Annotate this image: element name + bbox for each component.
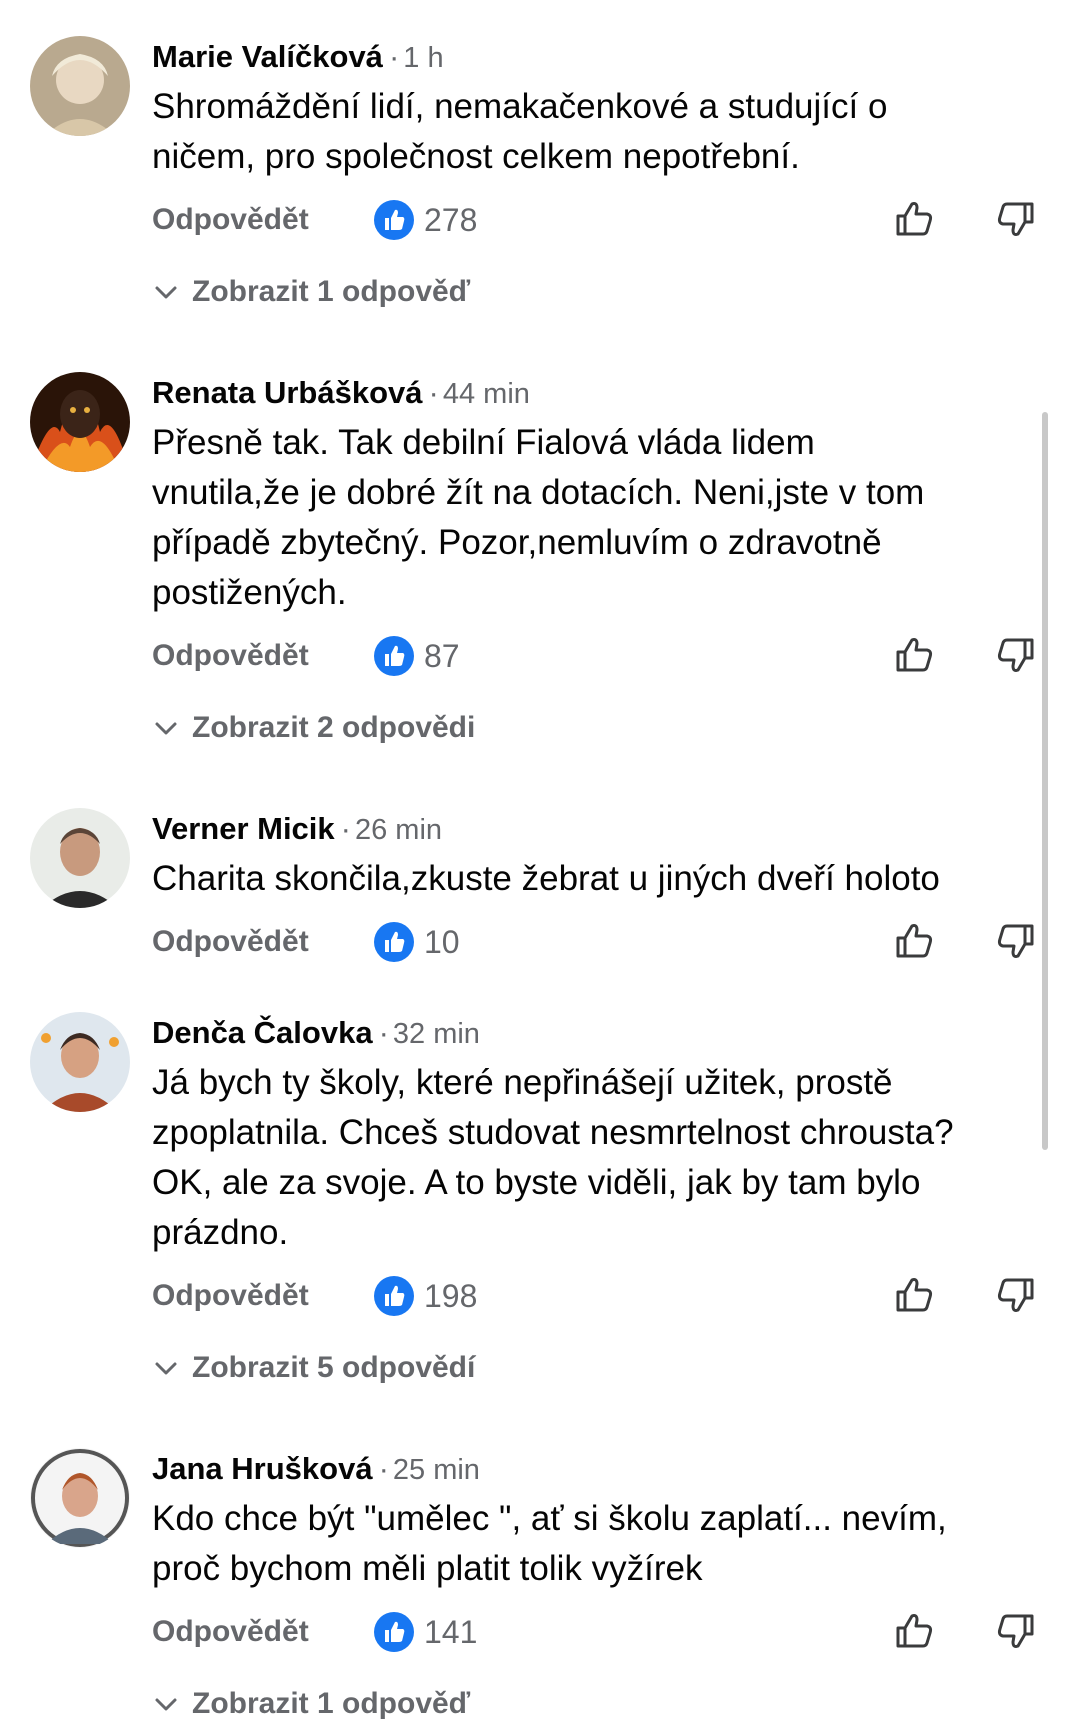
comment-actions: Odpovědět 10 xyxy=(152,912,1052,972)
like-count[interactable]: 278 xyxy=(424,202,477,238)
separator-dot: · xyxy=(428,375,439,410)
comment-body: Verner Micik · 26 min Charita skončila,zku… xyxy=(152,808,1052,972)
view-replies-label: Zobrazit 1 odpověď xyxy=(192,1687,471,1720)
comment-text: Charita skončila,zkuste žebrat u jiných … xyxy=(152,859,940,898)
thumbs-up-outline-icon[interactable] xyxy=(892,1272,938,1318)
comment-header: Renata Urbášková · 44 min xyxy=(152,372,1052,414)
thumbs-up-filled-icon xyxy=(374,922,414,962)
thumbs-down-outline-icon[interactable] xyxy=(992,1608,1038,1654)
view-replies-button[interactable]: Zobrazit 1 odpověď xyxy=(152,1684,1052,1724)
author-name[interactable]: Denča Čalovka xyxy=(152,1015,373,1050)
separator-dot: · xyxy=(340,811,351,846)
like-count[interactable]: 10 xyxy=(424,924,460,960)
comment-body: Marie Valíčková · 1 h Shromáždění lidí, ne… xyxy=(152,36,1052,312)
reply-button[interactable]: Odpovědět xyxy=(152,1278,309,1314)
avatar[interactable] xyxy=(30,372,130,472)
comment-text: Shromáždění lidí, nemakačenkové a studuj… xyxy=(152,87,888,176)
comment-body: Jana Hrušková · 25 min Kdo chce být "uměle… xyxy=(152,1448,1052,1724)
chevron-down-icon xyxy=(152,1689,180,1717)
author-name[interactable]: Marie Valíčková xyxy=(152,39,383,74)
author-name[interactable]: Jana Hrušková xyxy=(152,1451,373,1486)
thumbs-up-filled-icon xyxy=(374,1612,414,1652)
comment-body: Denča Čalovka · 32 min Já bych ty školy, k… xyxy=(152,1012,1052,1388)
separator-dot: · xyxy=(378,1015,389,1050)
thumbs-up-outline-icon[interactable] xyxy=(892,1608,938,1654)
comment-header: Marie Valíčková · 1 h xyxy=(152,36,1052,78)
view-replies-button[interactable]: Zobrazit 2 odpovědi xyxy=(152,708,1052,748)
timestamp[interactable]: 44 min xyxy=(443,378,530,410)
comment-text: Já bych ty školy, které nepřinášejí užit… xyxy=(152,1063,954,1252)
chevron-down-icon xyxy=(152,1353,180,1381)
comment-body: Renata Urbášková · 44 min Přesně tak. Tak … xyxy=(152,372,1052,748)
thumbs-down-outline-icon[interactable] xyxy=(992,1272,1038,1318)
chevron-down-icon xyxy=(152,277,180,305)
view-replies-label: Zobrazit 5 odpovědí xyxy=(192,1351,476,1384)
separator-dot: · xyxy=(378,1451,389,1486)
avatar[interactable] xyxy=(30,1448,130,1548)
comments-feed: Marie Valíčková · 1 h Shromáždění lidí, ne… xyxy=(0,0,1080,1723)
comment-actions: Odpovědět 198 xyxy=(152,1266,1052,1326)
author-name[interactable]: Verner Micik xyxy=(152,811,335,846)
comment-actions: Odpovědět 278 xyxy=(152,190,1052,250)
avatar[interactable] xyxy=(30,1012,130,1112)
comment-actions: Odpovědět 87 xyxy=(152,626,1052,686)
comment-header: Denča Čalovka · 32 min xyxy=(152,1012,1052,1054)
avatar[interactable] xyxy=(30,36,130,136)
thumbs-down-outline-icon[interactable] xyxy=(992,918,1038,964)
like-count[interactable]: 141 xyxy=(424,1614,477,1650)
view-replies-button[interactable]: Zobrazit 5 odpovědí xyxy=(152,1348,1052,1388)
view-replies-button[interactable]: Zobrazit 1 odpověď xyxy=(152,272,1052,312)
thumbs-down-outline-icon[interactable] xyxy=(992,632,1038,678)
like-count[interactable]: 198 xyxy=(424,1278,477,1314)
comment-text: Kdo chce být "umělec ", ať si školu zapl… xyxy=(152,1499,947,1588)
thumbs-up-outline-icon[interactable] xyxy=(892,918,938,964)
reply-button[interactable]: Odpovědět xyxy=(152,924,309,960)
comment-header: Verner Micik · 26 min xyxy=(152,808,1052,850)
chevron-down-icon xyxy=(152,713,180,741)
view-replies-label: Zobrazit 1 odpověď xyxy=(192,275,471,308)
thumbs-up-filled-icon xyxy=(374,1276,414,1316)
timestamp[interactable]: 26 min xyxy=(355,814,442,846)
like-count[interactable]: 87 xyxy=(424,638,460,674)
reply-button[interactable]: Odpovědět xyxy=(152,1614,309,1650)
thumbs-up-outline-icon[interactable] xyxy=(892,632,938,678)
thumbs-up-filled-icon xyxy=(374,200,414,240)
comment-text: Přesně tak. Tak debilní Fialová vláda li… xyxy=(152,423,925,612)
thumbs-up-outline-icon[interactable] xyxy=(892,196,938,242)
comment-header: Jana Hrušková · 25 min xyxy=(152,1448,1052,1490)
reply-button[interactable]: Odpovědět xyxy=(152,638,309,674)
timestamp[interactable]: 25 min xyxy=(393,1454,480,1486)
author-name[interactable]: Renata Urbášková xyxy=(152,375,423,410)
timestamp[interactable]: 1 h xyxy=(403,42,443,74)
avatar[interactable] xyxy=(30,808,130,908)
comment-actions: Odpovědět 141 xyxy=(152,1602,1052,1662)
view-replies-label: Zobrazit 2 odpovědi xyxy=(192,711,476,744)
thumbs-down-outline-icon[interactable] xyxy=(992,196,1038,242)
separator-dot: · xyxy=(388,39,400,74)
scrollbar[interactable] xyxy=(1042,412,1048,1150)
timestamp[interactable]: 32 min xyxy=(393,1018,480,1050)
thumbs-up-filled-icon xyxy=(374,636,414,676)
reply-button[interactable]: Odpovědět xyxy=(152,202,309,238)
